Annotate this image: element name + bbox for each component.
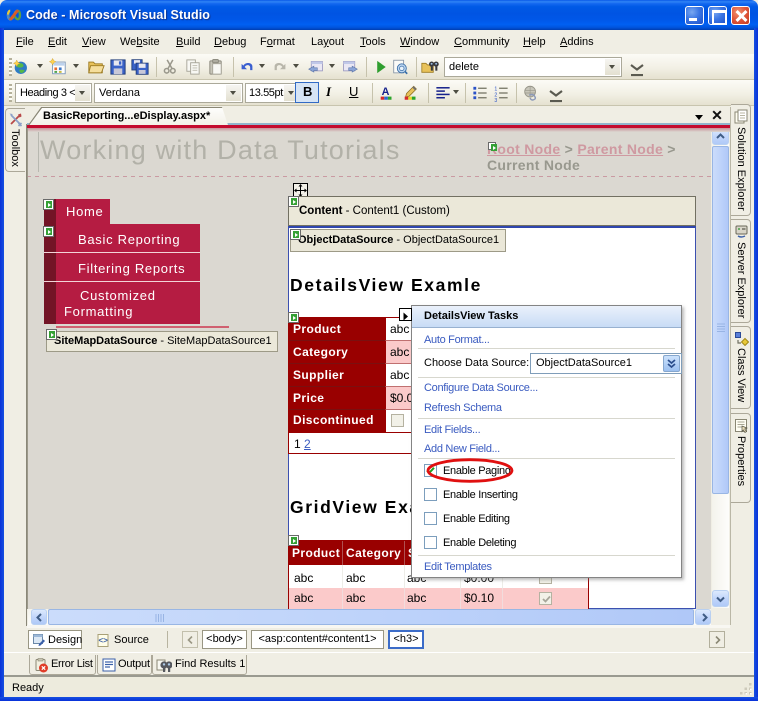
svg-text:A: A: [382, 86, 390, 98]
svg-text:3: 3: [494, 98, 497, 102]
svg-text:<>: <>: [99, 636, 109, 645]
